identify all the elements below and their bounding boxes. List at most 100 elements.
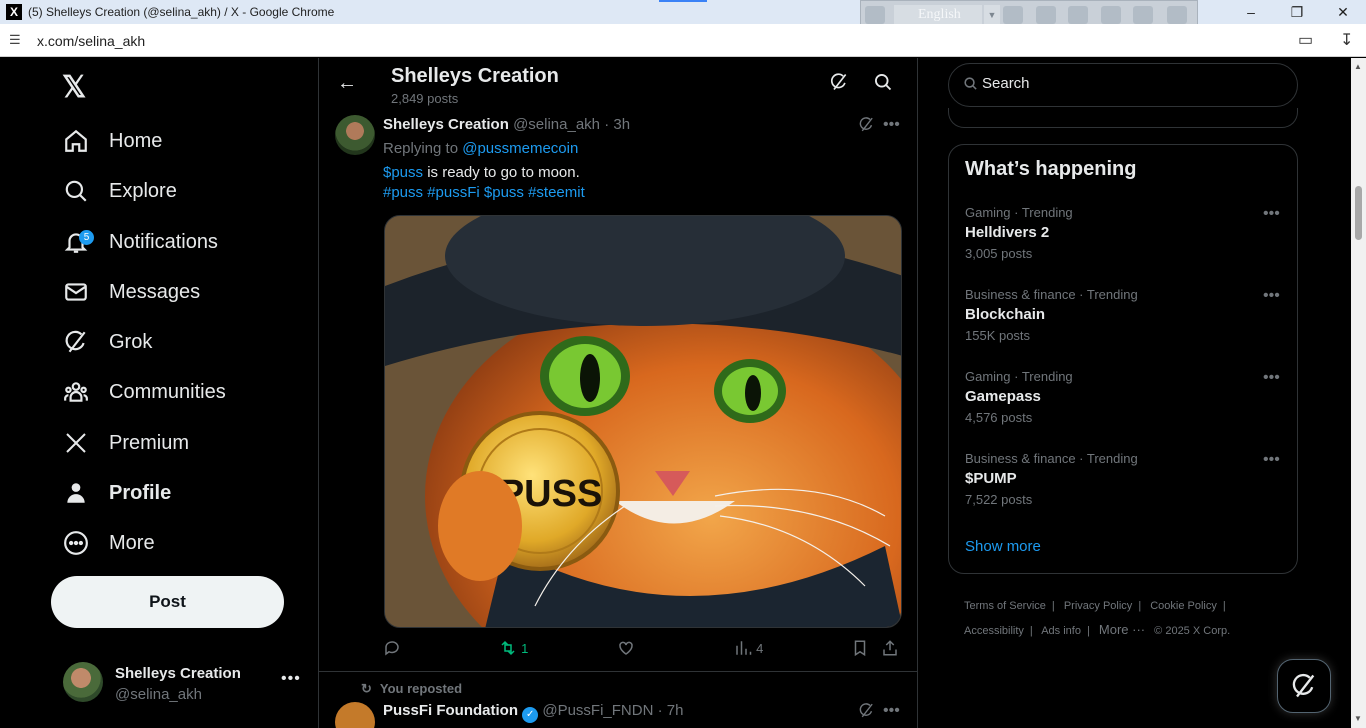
scroll-up-icon[interactable]: ▲ bbox=[1354, 62, 1362, 71]
trend-count: 7,522 posts bbox=[965, 492, 1033, 507]
nav-grok[interactable]: Grok bbox=[62, 322, 152, 362]
language-select[interactable]: English bbox=[894, 5, 982, 25]
close-toolbar-icon[interactable] bbox=[1167, 6, 1187, 24]
more-dots-icon[interactable]: ••• bbox=[1263, 287, 1280, 305]
nav-explore[interactable]: Explore bbox=[62, 171, 177, 211]
tweet-author[interactable]: Shelleys Creation bbox=[383, 116, 509, 133]
more-dots-icon: ••• bbox=[281, 670, 301, 687]
keyboard-icon[interactable] bbox=[1003, 6, 1023, 24]
page-scrollbar[interactable]: ▲ ▼ bbox=[1351, 58, 1366, 728]
avatar[interactable] bbox=[335, 115, 375, 155]
avatar[interactable] bbox=[335, 702, 375, 728]
grok-icon[interactable] bbox=[829, 72, 849, 98]
repost-indicator: ↻ You reposted bbox=[361, 681, 462, 697]
close-window-button[interactable]: ✕ bbox=[1320, 2, 1366, 22]
tweet-body: is ready to go to moon. bbox=[423, 164, 580, 181]
more-dots-icon[interactable]: ••• bbox=[1263, 369, 1280, 387]
grok-fab-button[interactable] bbox=[1277, 659, 1331, 713]
ads-info-link[interactable]: Ads info bbox=[1041, 625, 1081, 637]
trend-category: Business & finance · Trending bbox=[965, 451, 1138, 466]
retweet-button[interactable]: 1 bbox=[499, 639, 528, 661]
tweet-author[interactable]: PussFi Foundation bbox=[383, 702, 518, 719]
share-icon[interactable] bbox=[881, 639, 899, 661]
cashtag-link[interactable]: $puss bbox=[383, 164, 423, 181]
tweet-time[interactable]: · 3h bbox=[604, 116, 630, 133]
hashtags-link[interactable]: #puss #pussFi $puss #steemit bbox=[383, 184, 585, 201]
nav-label: More bbox=[109, 531, 155, 554]
nav-profile[interactable]: Profile bbox=[62, 473, 171, 513]
more-dots-icon[interactable]: ••• bbox=[883, 116, 900, 134]
url-field[interactable]: x.com/selina_akh bbox=[37, 33, 145, 49]
trend-category: Business & finance · Trending bbox=[965, 287, 1138, 302]
post-count: 2,849 posts bbox=[391, 91, 459, 106]
more-dots-icon[interactable]: ••• bbox=[1263, 205, 1280, 223]
settings-icon[interactable] bbox=[1068, 6, 1088, 24]
nav-premium[interactable]: Premium bbox=[62, 423, 189, 463]
terms-link[interactable]: Terms of Service bbox=[964, 600, 1046, 612]
trend-count: 3,005 posts bbox=[965, 246, 1033, 261]
search-box[interactable] bbox=[948, 63, 1298, 107]
views-button[interactable]: 4 bbox=[734, 639, 763, 661]
back-arrow-icon[interactable]: ← bbox=[337, 72, 357, 95]
retweet-count: 1 bbox=[521, 641, 529, 656]
chevron-down-icon[interactable]: ▼ bbox=[984, 5, 1000, 25]
tweet-image[interactable]: $PUSS bbox=[384, 215, 902, 628]
mail-icon bbox=[62, 278, 90, 306]
minimize-button[interactable]: – bbox=[1228, 2, 1274, 22]
reply-mention-link[interactable]: @pussmemecoin bbox=[462, 140, 578, 157]
repost-icon: ↻ bbox=[361, 681, 372, 696]
account-switcher[interactable]: Shelleys Creation @selina_akh ••• bbox=[63, 662, 303, 706]
nav-communities[interactable]: Communities bbox=[62, 372, 226, 412]
avatar bbox=[63, 662, 103, 702]
home-icon bbox=[62, 127, 90, 155]
hand-icon[interactable] bbox=[1036, 6, 1056, 24]
trend-item[interactable]: Business & finance · Trending Blockchain… bbox=[949, 287, 1299, 369]
nav-messages[interactable]: Messages bbox=[62, 272, 200, 312]
tab-accent bbox=[659, 0, 707, 2]
tweet-time[interactable]: · 7h bbox=[658, 702, 684, 719]
x-logo-icon[interactable]: 𝕏 bbox=[62, 70, 86, 105]
grok-icon[interactable] bbox=[858, 702, 875, 724]
x-logo-icon bbox=[62, 429, 90, 457]
show-more-link[interactable]: Show more bbox=[965, 538, 1041, 555]
download-icon[interactable]: ↧ bbox=[1340, 30, 1353, 50]
reply-icon[interactable] bbox=[383, 639, 401, 661]
tweet-handle[interactable]: @selina_akh bbox=[513, 116, 600, 133]
trends-title: What’s happening bbox=[965, 158, 1137, 180]
restore-button[interactable]: ❐ bbox=[1274, 2, 1320, 22]
tweet-handle[interactable]: @PussFi_FNDN bbox=[542, 702, 653, 719]
replying-to: Replying to @pussmemecoin bbox=[383, 140, 578, 157]
nav-home[interactable]: Home bbox=[62, 121, 162, 161]
cookie-link[interactable]: Cookie Policy bbox=[1150, 600, 1217, 612]
grok-icon[interactable] bbox=[858, 116, 875, 138]
scrollbar-thumb[interactable] bbox=[1355, 186, 1362, 240]
nav-label: Grok bbox=[109, 330, 153, 353]
more-dots-icon[interactable]: ••• bbox=[883, 702, 900, 720]
trend-item[interactable]: Gaming · Trending Helldivers 2 3,005 pos… bbox=[949, 205, 1299, 287]
scroll-down-icon[interactable]: ▼ bbox=[1354, 714, 1362, 723]
footer-separator: | bbox=[1086, 625, 1090, 637]
previous-card-edge bbox=[948, 108, 1298, 128]
more-dots-icon[interactable]: ••• bbox=[1263, 451, 1280, 469]
bell-icon: 5 bbox=[62, 228, 94, 256]
nav-notifications[interactable]: 5 Notifications bbox=[62, 222, 218, 262]
tweet[interactable]: ↻ You reposted PussFi Foundation ✓ @PussF… bbox=[319, 672, 917, 728]
globe-icon[interactable] bbox=[1101, 6, 1121, 24]
like-icon[interactable] bbox=[617, 639, 635, 661]
account-handle: @selina_akh bbox=[115, 686, 202, 703]
privacy-link[interactable]: Privacy Policy bbox=[1064, 600, 1132, 612]
trend-item[interactable]: Gaming · Trending Gamepass 4,576 posts •… bbox=[949, 369, 1299, 451]
nav-more[interactable]: More bbox=[62, 523, 155, 563]
install-app-icon[interactable]: ▭ bbox=[1298, 30, 1313, 50]
grok-icon bbox=[1292, 673, 1315, 698]
trend-item[interactable]: Business & finance · Trending $PUMP 7,52… bbox=[949, 451, 1299, 533]
footer-more-link[interactable]: More ··· bbox=[1099, 622, 1145, 637]
post-button[interactable]: Post bbox=[51, 576, 284, 628]
search-input[interactable] bbox=[982, 75, 1282, 92]
site-info-icon[interactable]: ☰ bbox=[9, 32, 21, 48]
tweet-header: PussFi Foundation ✓ @PussFi_FNDN · 7h bbox=[383, 702, 683, 723]
search-icon[interactable] bbox=[873, 72, 893, 98]
bookmark-icon[interactable] bbox=[851, 639, 869, 661]
accessibility-link[interactable]: Accessibility bbox=[964, 625, 1024, 637]
help-icon[interactable] bbox=[1133, 6, 1153, 24]
